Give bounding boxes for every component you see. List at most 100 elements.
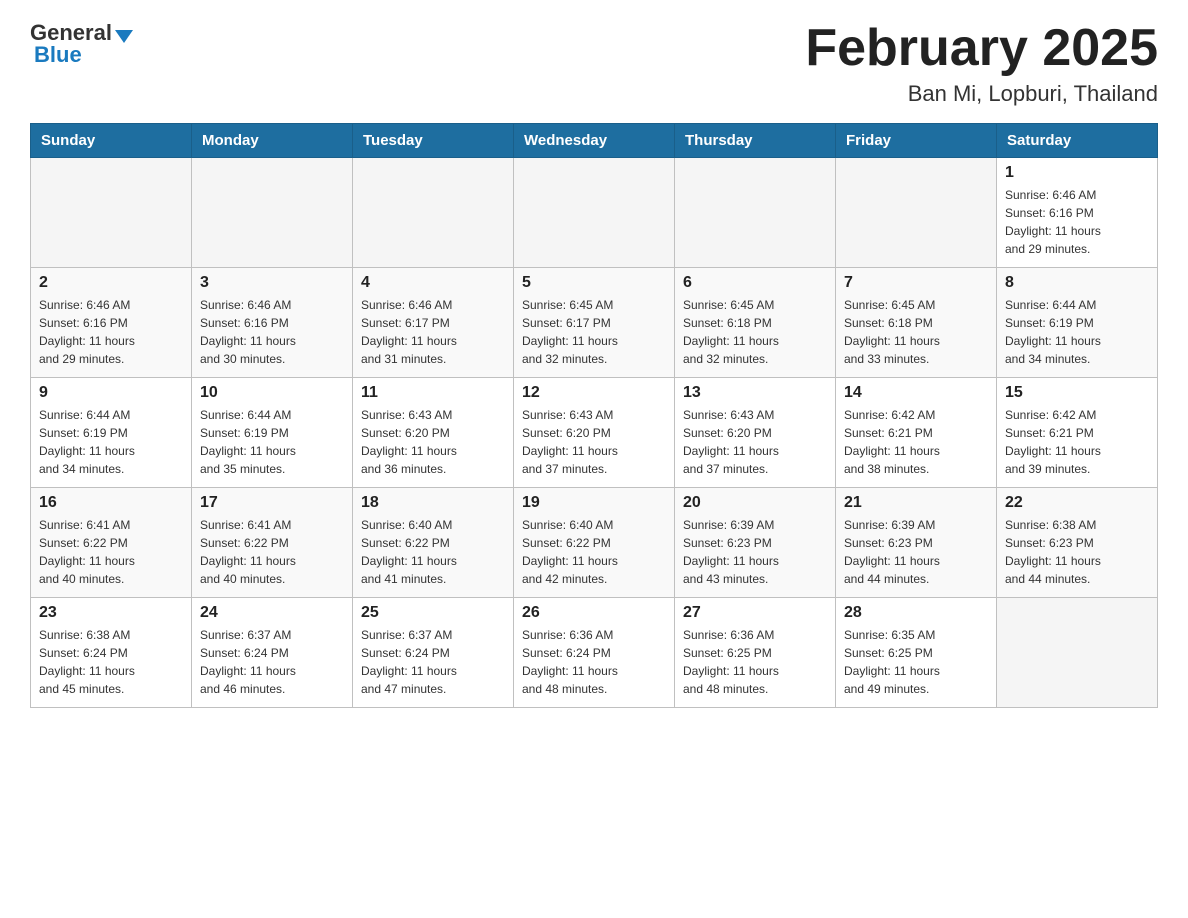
day-info: Sunrise: 6:46 AM Sunset: 6:16 PM Dayligh… bbox=[200, 296, 344, 368]
day-number: 5 bbox=[522, 274, 666, 292]
day-info: Sunrise: 6:45 AM Sunset: 6:18 PM Dayligh… bbox=[844, 296, 988, 368]
day-number: 20 bbox=[683, 494, 827, 512]
calendar-table: SundayMondayTuesdayWednesdayThursdayFrid… bbox=[30, 123, 1158, 708]
calendar-cell: 14 Sunrise: 6:42 AM Sunset: 6:21 PM Dayli… bbox=[836, 378, 997, 488]
calendar-cell bbox=[192, 158, 353, 268]
calendar-cell: 5 Sunrise: 6:45 AM Sunset: 6:17 PM Daylig… bbox=[514, 268, 675, 378]
calendar-cell bbox=[514, 158, 675, 268]
day-info: Sunrise: 6:46 AM Sunset: 6:16 PM Dayligh… bbox=[1005, 186, 1149, 258]
day-info: Sunrise: 6:46 AM Sunset: 6:16 PM Dayligh… bbox=[39, 296, 183, 368]
calendar-cell: 6 Sunrise: 6:45 AM Sunset: 6:18 PM Daylig… bbox=[675, 268, 836, 378]
day-header-friday: Friday bbox=[836, 124, 997, 158]
calendar-cell bbox=[836, 158, 997, 268]
day-number: 23 bbox=[39, 604, 183, 622]
calendar-cell: 11 Sunrise: 6:43 AM Sunset: 6:20 PM Dayli… bbox=[353, 378, 514, 488]
calendar-cell: 9Sunrise: 6:44 AM Sunset: 6:19 PM Daylig… bbox=[31, 378, 192, 488]
day-number: 19 bbox=[522, 494, 666, 512]
calendar-week-4: 16 Sunrise: 6:41 AM Sunset: 6:22 PM Dayli… bbox=[31, 488, 1158, 598]
day-number: 11 bbox=[361, 384, 505, 402]
day-number: 3 bbox=[200, 274, 344, 292]
day-info: Sunrise: 6:38 AM Sunset: 6:23 PM Dayligh… bbox=[1005, 516, 1149, 588]
day-info: Sunrise: 6:45 AM Sunset: 6:18 PM Dayligh… bbox=[683, 296, 827, 368]
day-info: Sunrise: 6:35 AM Sunset: 6:25 PM Dayligh… bbox=[844, 626, 988, 698]
calendar-cell: 12 Sunrise: 6:43 AM Sunset: 6:20 PM Dayli… bbox=[514, 378, 675, 488]
day-number: 7 bbox=[844, 274, 988, 292]
day-info: Sunrise: 6:45 AM Sunset: 6:17 PM Dayligh… bbox=[522, 296, 666, 368]
day-number: 18 bbox=[361, 494, 505, 512]
day-number: 28 bbox=[844, 604, 988, 622]
day-number: 25 bbox=[361, 604, 505, 622]
logo: General Blue bbox=[30, 20, 133, 68]
day-info: Sunrise: 6:40 AM Sunset: 6:22 PM Dayligh… bbox=[361, 516, 505, 588]
day-info: Sunrise: 6:39 AM Sunset: 6:23 PM Dayligh… bbox=[844, 516, 988, 588]
day-number: 27 bbox=[683, 604, 827, 622]
day-number: 15 bbox=[1005, 384, 1149, 402]
day-header-thursday: Thursday bbox=[675, 124, 836, 158]
calendar-header-row: SundayMondayTuesdayWednesdayThursdayFrid… bbox=[31, 124, 1158, 158]
calendar-cell bbox=[675, 158, 836, 268]
day-info: Sunrise: 6:43 AM Sunset: 6:20 PM Dayligh… bbox=[361, 406, 505, 478]
calendar-cell: 10 Sunrise: 6:44 AM Sunset: 6:19 PM Dayli… bbox=[192, 378, 353, 488]
day-number: 17 bbox=[200, 494, 344, 512]
calendar-cell: 3 Sunrise: 6:46 AM Sunset: 6:16 PM Daylig… bbox=[192, 268, 353, 378]
day-info: Sunrise: 6:40 AM Sunset: 6:22 PM Dayligh… bbox=[522, 516, 666, 588]
day-number: 2 bbox=[39, 274, 183, 292]
day-number: 26 bbox=[522, 604, 666, 622]
day-header-sunday: Sunday bbox=[31, 124, 192, 158]
day-number: 22 bbox=[1005, 494, 1149, 512]
calendar-cell: 8Sunrise: 6:44 AM Sunset: 6:19 PM Daylig… bbox=[997, 268, 1158, 378]
day-number: 9 bbox=[39, 384, 183, 402]
day-number: 13 bbox=[683, 384, 827, 402]
calendar-cell: 17Sunrise: 6:41 AM Sunset: 6:22 PM Dayli… bbox=[192, 488, 353, 598]
day-number: 6 bbox=[683, 274, 827, 292]
day-info: Sunrise: 6:44 AM Sunset: 6:19 PM Dayligh… bbox=[200, 406, 344, 478]
calendar-cell: 7 Sunrise: 6:45 AM Sunset: 6:18 PM Daylig… bbox=[836, 268, 997, 378]
day-number: 1 bbox=[1005, 164, 1149, 182]
calendar-cell: 4Sunrise: 6:46 AM Sunset: 6:17 PM Daylig… bbox=[353, 268, 514, 378]
calendar-cell: 25 Sunrise: 6:37 AM Sunset: 6:24 PM Dayli… bbox=[353, 598, 514, 708]
day-info: Sunrise: 6:39 AM Sunset: 6:23 PM Dayligh… bbox=[683, 516, 827, 588]
day-header-wednesday: Wednesday bbox=[514, 124, 675, 158]
day-number: 16 bbox=[39, 494, 183, 512]
calendar-cell bbox=[353, 158, 514, 268]
calendar-cell: 26Sunrise: 6:36 AM Sunset: 6:24 PM Dayli… bbox=[514, 598, 675, 708]
day-info: Sunrise: 6:43 AM Sunset: 6:20 PM Dayligh… bbox=[522, 406, 666, 478]
calendar-cell: 19 Sunrise: 6:40 AM Sunset: 6:22 PM Dayli… bbox=[514, 488, 675, 598]
calendar-cell: 13 Sunrise: 6:43 AM Sunset: 6:20 PM Dayli… bbox=[675, 378, 836, 488]
calendar-cell: 21Sunrise: 6:39 AM Sunset: 6:23 PM Dayli… bbox=[836, 488, 997, 598]
calendar-cell: 23Sunrise: 6:38 AM Sunset: 6:24 PM Dayli… bbox=[31, 598, 192, 708]
page-header: General Blue February 2025 Ban Mi, Lopbu… bbox=[30, 20, 1158, 107]
day-number: 4 bbox=[361, 274, 505, 292]
day-number: 8 bbox=[1005, 274, 1149, 292]
calendar-cell: 15 Sunrise: 6:42 AM Sunset: 6:21 PM Dayli… bbox=[997, 378, 1158, 488]
day-info: Sunrise: 6:42 AM Sunset: 6:21 PM Dayligh… bbox=[1005, 406, 1149, 478]
day-info: Sunrise: 6:37 AM Sunset: 6:24 PM Dayligh… bbox=[361, 626, 505, 698]
calendar-cell: 2 Sunrise: 6:46 AM Sunset: 6:16 PM Daylig… bbox=[31, 268, 192, 378]
day-info: Sunrise: 6:36 AM Sunset: 6:25 PM Dayligh… bbox=[683, 626, 827, 698]
calendar-cell: 20 Sunrise: 6:39 AM Sunset: 6:23 PM Dayli… bbox=[675, 488, 836, 598]
calendar-cell: 28 Sunrise: 6:35 AM Sunset: 6:25 PM Dayli… bbox=[836, 598, 997, 708]
calendar-cell: 16 Sunrise: 6:41 AM Sunset: 6:22 PM Dayli… bbox=[31, 488, 192, 598]
day-number: 10 bbox=[200, 384, 344, 402]
day-header-saturday: Saturday bbox=[997, 124, 1158, 158]
title-block: February 2025 Ban Mi, Lopburi, Thailand bbox=[805, 20, 1158, 107]
subtitle: Ban Mi, Lopburi, Thailand bbox=[805, 81, 1158, 107]
day-info: Sunrise: 6:42 AM Sunset: 6:21 PM Dayligh… bbox=[844, 406, 988, 478]
day-header-tuesday: Tuesday bbox=[353, 124, 514, 158]
day-info: Sunrise: 6:43 AM Sunset: 6:20 PM Dayligh… bbox=[683, 406, 827, 478]
day-info: Sunrise: 6:37 AM Sunset: 6:24 PM Dayligh… bbox=[200, 626, 344, 698]
day-info: Sunrise: 6:41 AM Sunset: 6:22 PM Dayligh… bbox=[39, 516, 183, 588]
calendar-cell: 27 Sunrise: 6:36 AM Sunset: 6:25 PM Dayli… bbox=[675, 598, 836, 708]
calendar-cell: 1 Sunrise: 6:46 AM Sunset: 6:16 PM Daylig… bbox=[997, 158, 1158, 268]
day-header-monday: Monday bbox=[192, 124, 353, 158]
calendar-cell: 22 Sunrise: 6:38 AM Sunset: 6:23 PM Dayli… bbox=[997, 488, 1158, 598]
calendar-cell: 24Sunrise: 6:37 AM Sunset: 6:24 PM Dayli… bbox=[192, 598, 353, 708]
main-title: February 2025 bbox=[805, 20, 1158, 77]
calendar-week-5: 23Sunrise: 6:38 AM Sunset: 6:24 PM Dayli… bbox=[31, 598, 1158, 708]
calendar-week-1: 1 Sunrise: 6:46 AM Sunset: 6:16 PM Daylig… bbox=[31, 158, 1158, 268]
day-number: 14 bbox=[844, 384, 988, 402]
day-number: 12 bbox=[522, 384, 666, 402]
calendar-cell bbox=[31, 158, 192, 268]
calendar-cell bbox=[997, 598, 1158, 708]
calendar-body: 1 Sunrise: 6:46 AM Sunset: 6:16 PM Daylig… bbox=[31, 158, 1158, 708]
